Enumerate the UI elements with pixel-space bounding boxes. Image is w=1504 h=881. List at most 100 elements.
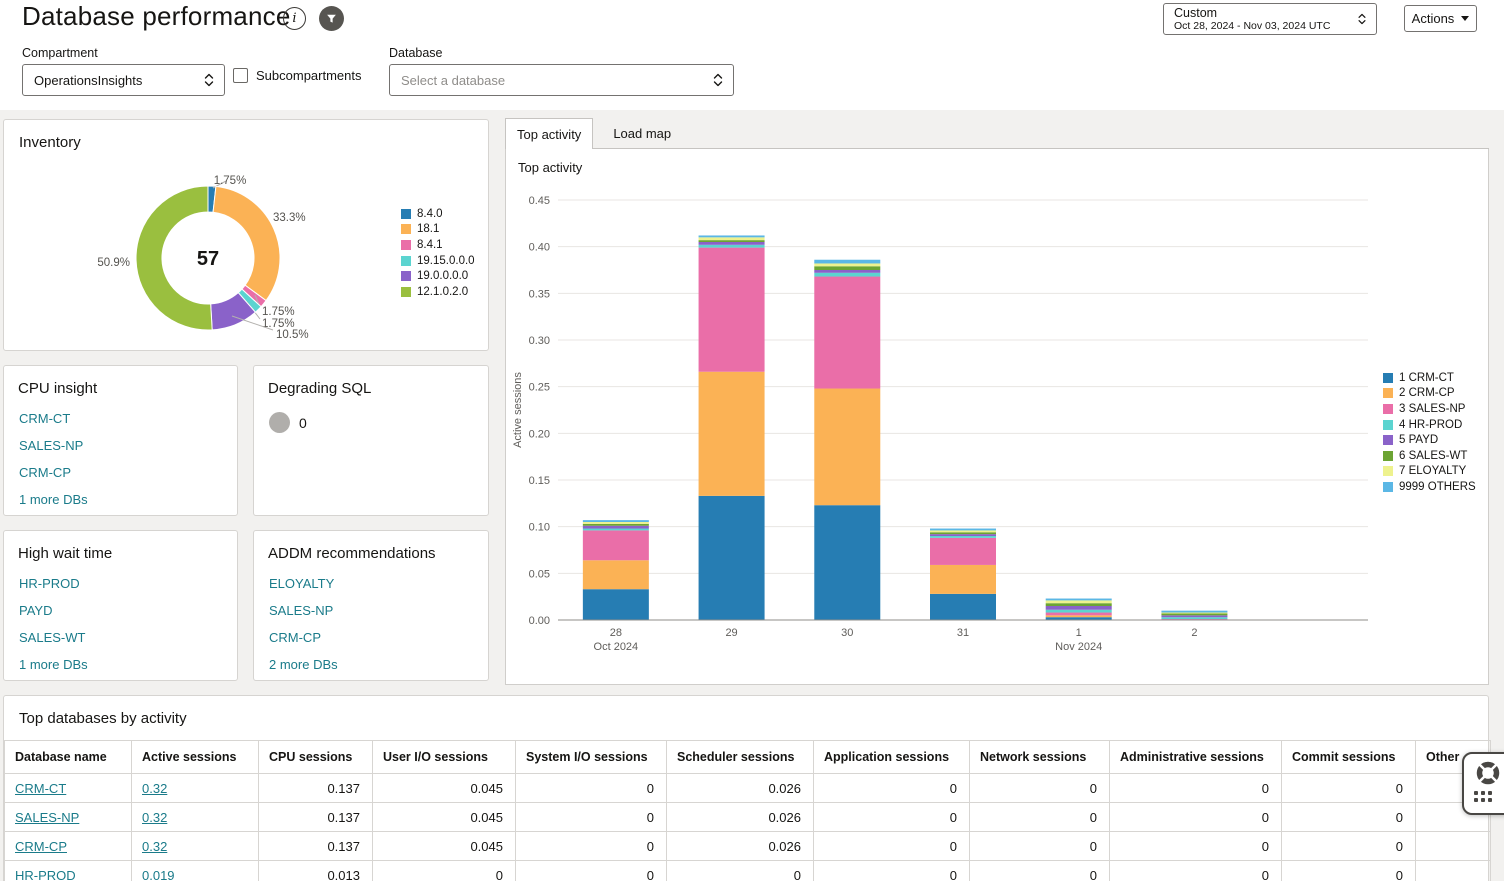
actions-button[interactable]: Actions (1404, 5, 1477, 32)
degrading-sql-count: 0 (299, 415, 307, 431)
database-name-link[interactable]: HR-PROD (15, 868, 76, 881)
inventory-panel: Inventory 1.75%33.3%1.75%1.75%10.5%50.9%… (3, 119, 489, 351)
db-link[interactable]: SALES-WT (19, 630, 85, 645)
legend-swatch (1383, 435, 1393, 445)
table-header-cell[interactable]: Commit sessions (1282, 741, 1416, 774)
tab-load-map[interactable]: Load map (602, 118, 682, 148)
apps-grid-icon[interactable] (1474, 791, 1492, 802)
chart-legend-item[interactable]: 2 CRM-CP (1383, 386, 1476, 402)
active-sessions-link[interactable]: 0.32 (142, 781, 167, 796)
info-icon[interactable]: i (283, 7, 306, 30)
active-sessions-link[interactable]: 0.32 (142, 810, 167, 825)
bar-segment (699, 496, 765, 620)
legend-label: 8.4.0 (417, 208, 443, 220)
chart-legend-item[interactable]: 5 PAYD (1383, 432, 1476, 448)
table-header-cell[interactable]: Application sessions (814, 741, 970, 774)
active-sessions-link[interactable]: 0.32 (142, 839, 167, 854)
svg-text:0.45: 0.45 (529, 195, 550, 207)
table-row: CRM-CT0.320.1370.04500.0260000 (5, 774, 1491, 803)
addm-recommendations-panel: ADDM recommendations ELOYALTY SALES-NP C… (253, 530, 489, 681)
table-header-cell[interactable]: System I/O sessions (516, 741, 667, 774)
subcompartments-label: Subcompartments (256, 68, 362, 83)
bar-segment (583, 560, 649, 589)
legend-label: 3 SALES-NP (1399, 403, 1465, 415)
db-link[interactable]: CRM-CP (19, 465, 71, 480)
high-wait-time-title: High wait time (18, 545, 112, 562)
table-cell: 0 (1110, 803, 1282, 832)
database-name-link[interactable]: SALES-NP (15, 810, 79, 825)
table-header-cell[interactable]: Scheduler sessions (667, 741, 814, 774)
table-header-cell[interactable]: User I/O sessions (373, 741, 516, 774)
table-cell: 0.045 (373, 803, 516, 832)
bar-segment (1046, 603, 1112, 606)
chart-legend-item[interactable]: 9999 OTHERS (1383, 479, 1476, 495)
table-header-cell[interactable]: Active sessions (132, 741, 259, 774)
bar-segment (1046, 600, 1112, 603)
svg-text:2: 2 (1191, 627, 1197, 639)
db-link[interactable]: SALES-NP (19, 438, 83, 453)
compartment-select[interactable]: OperationsInsights (22, 64, 225, 96)
chart-legend-item[interactable]: 7 ELOYALTY (1383, 464, 1476, 480)
table-cell: 0 (1282, 832, 1416, 861)
bar-segment (930, 534, 996, 536)
tab-top-activity[interactable]: Top activity (505, 118, 593, 149)
page-title: Database performance (22, 1, 290, 32)
database-name-link[interactable]: CRM-CP (15, 839, 67, 854)
table-header-cell[interactable]: Database name (5, 741, 132, 774)
donut-slice-18.1 (213, 186, 280, 300)
database-select-placeholder: Select a database (390, 73, 712, 88)
chart-legend-item[interactable]: 1 CRM-CT (1383, 370, 1476, 386)
table-header-cell[interactable]: Network sessions (970, 741, 1110, 774)
db-link[interactable]: PAYD (19, 603, 52, 618)
db-link[interactable]: SALES-NP (269, 603, 333, 618)
chart-legend-item[interactable]: 3 SALES-NP (1383, 401, 1476, 417)
db-link[interactable]: ELOYALTY (269, 576, 334, 591)
inventory-legend-item: 12.1.0.2.0 (401, 284, 475, 300)
top-header: Database performance i Compartment Opera… (0, 0, 1504, 110)
actions-button-label: Actions (1412, 11, 1455, 26)
compartment-select-value: OperationsInsights (23, 73, 203, 88)
bar-segment (1046, 606, 1112, 610)
legend-label: 19.0.0.0.0 (417, 270, 468, 282)
active-sessions-link[interactable]: 0.019 (142, 868, 175, 881)
table-cell: 0 (1282, 861, 1416, 881)
top-activity-stacked-bar-chart: 0.000.050.100.150.200.250.300.350.400.45… (508, 171, 1388, 673)
more-dbs-link[interactable]: 1 more DBs (19, 657, 88, 672)
time-range-select[interactable]: Custom Oct 28, 2024 - Nov 03, 2024 UTC (1163, 3, 1377, 35)
table-cell: 0.137 (259, 803, 373, 832)
svg-text:28: 28 (610, 627, 622, 639)
legend-swatch (1383, 466, 1393, 476)
svg-text:0.20: 0.20 (529, 428, 550, 440)
high-wait-time-panel: High wait time HR-PROD PAYD SALES-WT 1 m… (3, 530, 238, 681)
bar-segment (583, 520, 649, 522)
db-link[interactable]: HR-PROD (19, 576, 80, 591)
svg-text:10.5%: 10.5% (276, 329, 309, 341)
table-header-cell[interactable]: Administrative sessions (1110, 741, 1282, 774)
legend-swatch (401, 209, 411, 219)
filter-icon[interactable] (319, 6, 344, 31)
table-cell: 0 (667, 861, 814, 881)
bar-segment (699, 235, 765, 237)
bar-segment (699, 237, 765, 240)
bar-segment (814, 273, 880, 277)
bar-segment (583, 530, 649, 560)
bar-segment (1161, 617, 1227, 619)
more-dbs-link[interactable]: 1 more DBs (19, 492, 88, 507)
bar-segment (583, 522, 649, 524)
table-cell: 0.013 (259, 861, 373, 881)
database-select[interactable]: Select a database (389, 64, 734, 96)
chart-legend-item[interactable]: 6 SALES-WT (1383, 448, 1476, 464)
table-header-cell[interactable]: CPU sessions (259, 741, 373, 774)
database-performance-page: Database performance i Compartment Opera… (0, 0, 1504, 881)
database-name-link[interactable]: CRM-CT (15, 781, 66, 796)
table-row: HR-PROD0.0190.0130000000 (5, 861, 1491, 881)
subcompartments-checkbox[interactable] (233, 68, 248, 83)
db-link[interactable]: CRM-CT (19, 411, 70, 426)
table-cell: 0 (1110, 774, 1282, 803)
more-dbs-link[interactable]: 2 more DBs (269, 657, 338, 672)
help-lifering-icon[interactable] (1474, 759, 1502, 787)
svg-text:0.25: 0.25 (529, 382, 550, 394)
db-link[interactable]: CRM-CP (269, 630, 321, 645)
chart-legend-item[interactable]: 4 HR-PROD (1383, 417, 1476, 433)
top-databases-title: Top databases by activity (19, 710, 187, 727)
